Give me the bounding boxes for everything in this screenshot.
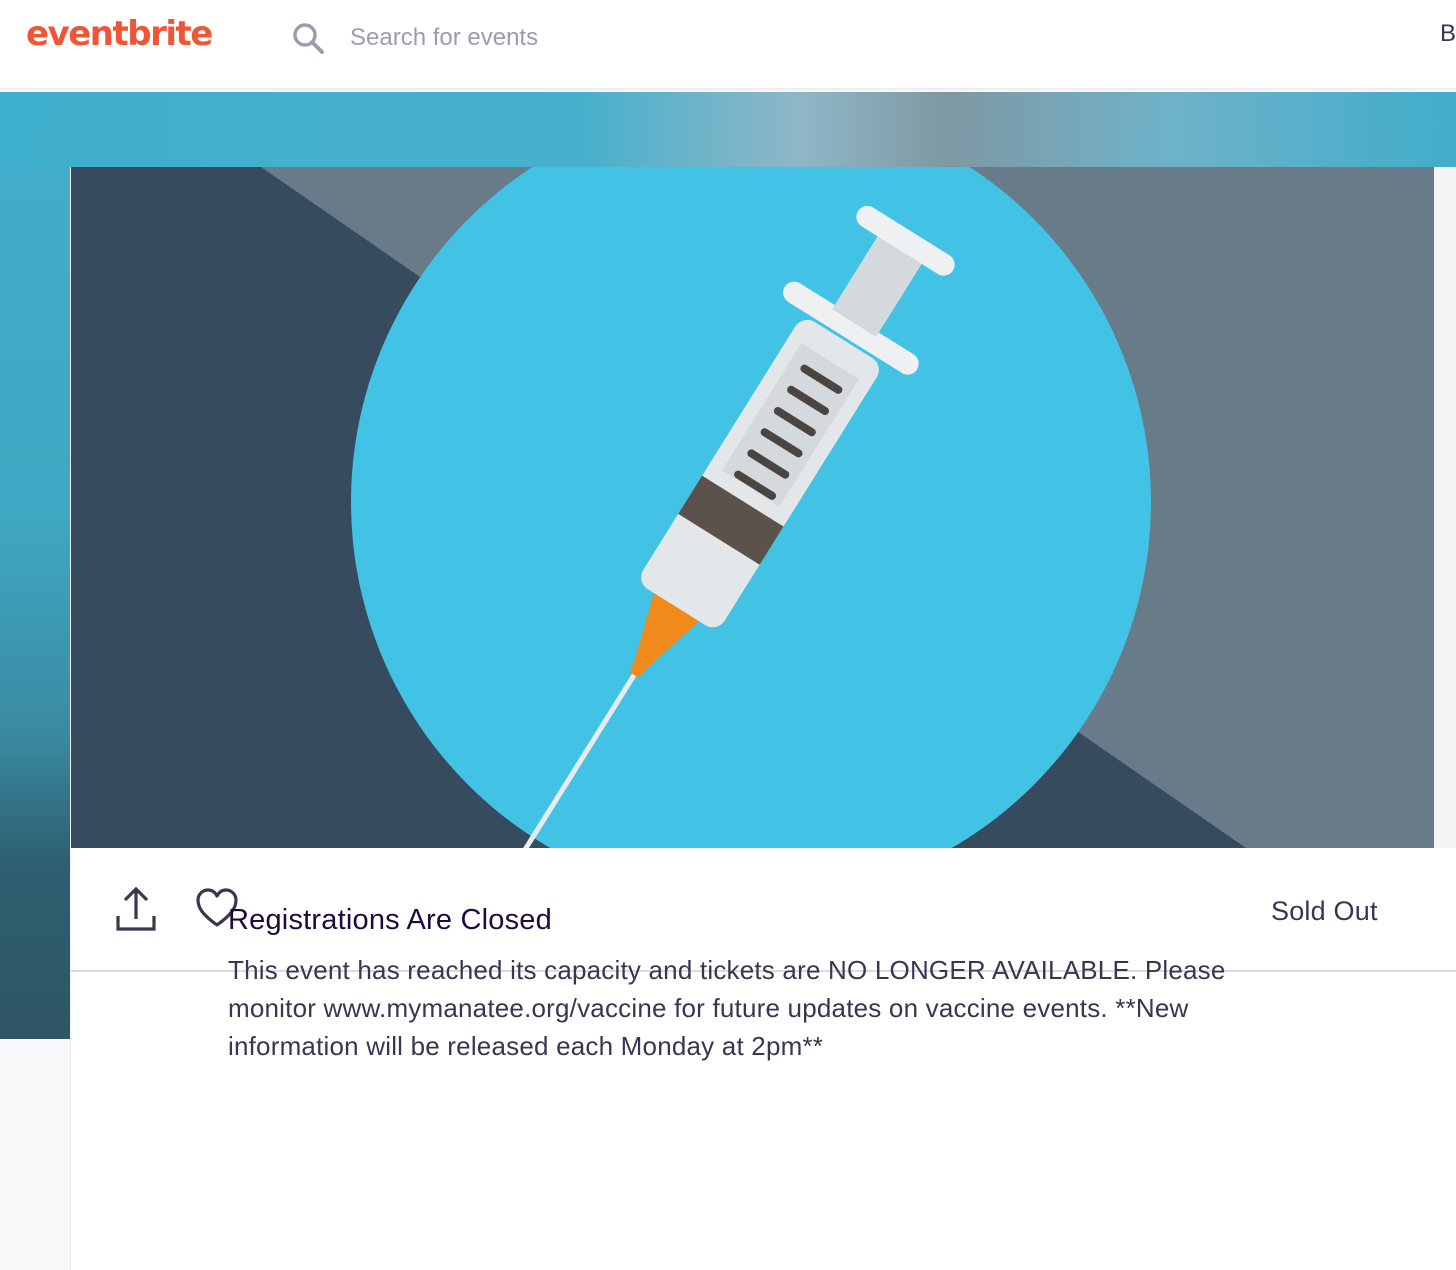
share-icon[interactable] [115,886,157,932]
top-navigation: eventbrite B [0,0,1456,90]
hero-background-band [0,92,1456,167]
registration-notice: Registrations Are Closed This event has … [228,904,1268,1065]
hero-background-blur [0,167,70,1039]
notice-title: Registrations Are Closed [228,904,552,936]
eventbrite-logo[interactable]: eventbrite [26,14,213,54]
notice-body: This event has reached its capacity and … [228,955,1226,1061]
search-input[interactable] [338,18,898,58]
event-card: Sold Out [70,167,1456,1270]
event-hero-image [71,167,1434,848]
nav-link-partial[interactable]: B [1440,20,1456,48]
hero-image-edge [1434,167,1456,848]
ticket-status: Sold Out [1271,896,1378,926]
search-icon[interactable] [290,20,326,56]
